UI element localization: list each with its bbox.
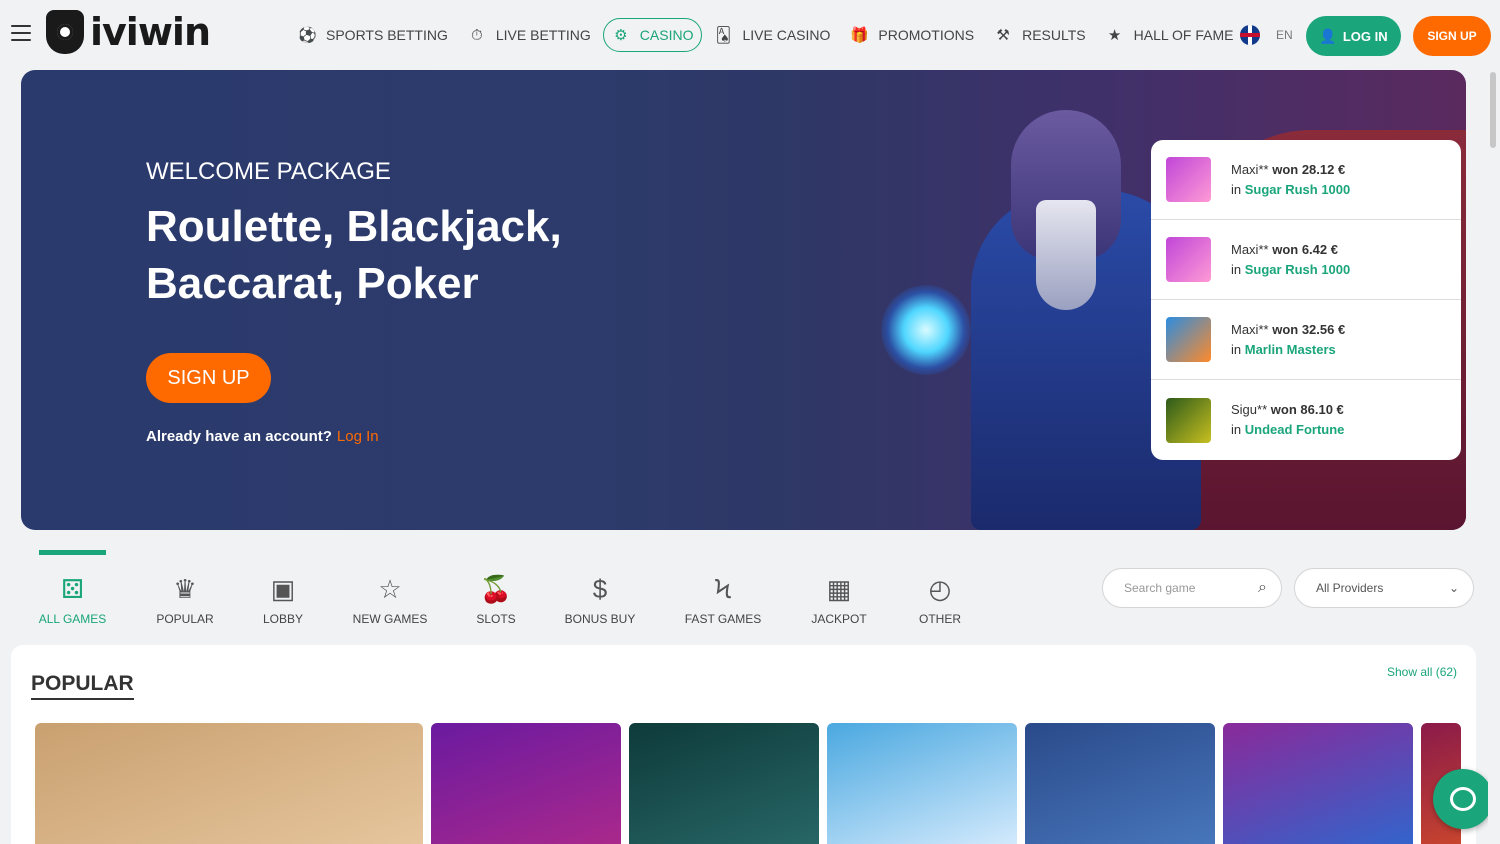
- nav-promotions[interactable]: 🎁 PROMOTIONS: [842, 18, 982, 52]
- language-selector[interactable]: EN: [1240, 25, 1293, 45]
- game-card-zeus-comic[interactable]: [827, 723, 1017, 844]
- signup-button[interactable]: SIGN UP: [1413, 16, 1491, 56]
- hero-title: Roulette, Blackjack, Baccarat, Poker: [146, 202, 562, 308]
- uk-flag-icon: [1240, 25, 1260, 45]
- lightning-icon: ϟ: [714, 574, 732, 604]
- tab-jackpot[interactable]: ▦ JACKPOT: [769, 550, 909, 626]
- search-input[interactable]: [1124, 581, 1259, 595]
- menu-icon[interactable]: [11, 25, 31, 43]
- gift-icon: 🎁: [850, 27, 870, 44]
- account-prompt: Already have an account? Log In: [146, 428, 379, 445]
- star-icon: ☆: [378, 574, 402, 604]
- casino-chip-icon: ⚙: [614, 27, 628, 44]
- lobby-icon: ▣: [270, 574, 296, 604]
- tab-fast-games[interactable]: ϟ FAST GAMES: [677, 550, 769, 626]
- show-all-link[interactable]: Show all (62): [1387, 665, 1457, 679]
- language-code: EN: [1276, 28, 1293, 42]
- tab-bonus-buy[interactable]: $ BONUS BUY: [523, 550, 677, 626]
- hero-signup-button[interactable]: SIGN UP: [146, 353, 271, 403]
- tab-slots[interactable]: 🍒 SLOTS: [469, 550, 523, 626]
- shield-ball-icon: [46, 10, 84, 54]
- hero-login-link[interactable]: Log In: [337, 428, 379, 445]
- popular-section: POPULAR Show all (62): [11, 645, 1476, 844]
- winner-row[interactable]: Maxi** won 6.42 € in Sugar Rush 1000: [1151, 220, 1461, 300]
- page-scrollbar[interactable]: [1488, 70, 1498, 844]
- game-card-wolf[interactable]: [1025, 723, 1215, 844]
- stopwatch-icon: ⏱: [471, 26, 483, 44]
- game-card-seven-boost[interactable]: [431, 723, 621, 844]
- game-card-wolf-woman[interactable]: [1223, 723, 1413, 844]
- winner-row[interactable]: Sigu** won 86.10 € in Undead Fortune: [1151, 380, 1461, 460]
- soccer-ball-icon: ⚽: [298, 27, 317, 44]
- game-card-zeus[interactable]: [35, 723, 423, 844]
- providers-selected: All Providers: [1316, 581, 1384, 595]
- winner-game-link[interactable]: Undead Fortune: [1245, 422, 1345, 437]
- game-thumbnail: [1166, 157, 1211, 202]
- chat-icon: [1450, 787, 1476, 811]
- crown-icon: ♛: [173, 574, 197, 604]
- playing-cards-icon: 🂡: [715, 27, 732, 44]
- section-title: POPULAR: [31, 672, 134, 700]
- main-nav: ⚽ SPORTS BETTING ⏱ LIVE BETTING ⚙ CASINO 🂡 L…: [290, 18, 1245, 52]
- search-game-field[interactable]: ⌕: [1102, 568, 1282, 608]
- nav-sports-betting[interactable]: ⚽ SPORTS BETTING: [290, 18, 456, 52]
- nav-live-betting[interactable]: ⏱ LIVE BETTING: [460, 18, 599, 52]
- nav-hall-of-fame[interactable]: ★ HALL OF FAME: [1098, 18, 1242, 52]
- winner-row[interactable]: Maxi** won 32.56 € in Marlin Masters: [1151, 300, 1461, 380]
- winner-game-link[interactable]: Marlin Masters: [1245, 342, 1336, 357]
- magic-orb: [881, 285, 971, 375]
- results-icon: ⚒: [996, 27, 1010, 44]
- tab-other[interactable]: ◴ OTHER: [909, 550, 971, 626]
- logo[interactable]: iviwin: [46, 10, 211, 54]
- providers-dropdown[interactable]: All Providers ⌄: [1294, 568, 1474, 608]
- hero-subtitle: WELCOME PACKAGE: [146, 158, 391, 185]
- winner-game-link[interactable]: Sugar Rush 1000: [1245, 262, 1351, 277]
- game-card-clown[interactable]: [629, 723, 819, 844]
- tab-lobby[interactable]: ▣ LOBBY: [255, 550, 311, 626]
- podium-icon: ★: [1107, 27, 1122, 44]
- search-icon[interactable]: ⌕: [1258, 579, 1267, 597]
- nav-live-casino[interactable]: 🂡 LIVE CASINO: [706, 18, 838, 52]
- game-thumbnail: [1166, 397, 1211, 443]
- stopwatch-icon: ◴: [928, 574, 952, 604]
- game-thumbnail: [1166, 317, 1211, 362]
- tab-new-games[interactable]: ☆ NEW GAMES: [311, 550, 469, 626]
- category-tabs: ⚄ ALL GAMES ♛ POPULAR ▣ LOBBY ☆ NEW GAMES 🍒 S…: [30, 550, 971, 630]
- winner-row[interactable]: Maxi** won 28.12 € in Sugar Rush 1000: [1151, 140, 1461, 220]
- chevron-down-icon: ⌄: [1448, 581, 1459, 595]
- nav-results[interactable]: ⚒ RESULTS: [986, 18, 1094, 52]
- money-bag-icon: $: [592, 574, 608, 604]
- logo-text: iviwin: [90, 10, 211, 54]
- user-icon: 👤: [1319, 27, 1337, 44]
- game-thumbnail: [1166, 237, 1211, 282]
- login-button[interactable]: 👤 LOG IN: [1306, 16, 1401, 56]
- tab-popular[interactable]: ♛ POPULAR: [115, 550, 255, 626]
- tab-all-games[interactable]: ⚄ ALL GAMES: [30, 550, 115, 626]
- slot-machine-icon: ▦: [826, 574, 852, 604]
- top-header: iviwin ⚽ SPORTS BETTING ⏱ LIVE BETTING ⚙ CA…: [0, 0, 1500, 70]
- live-chat-button[interactable]: [1433, 769, 1493, 829]
- winner-game-link[interactable]: Sugar Rush 1000: [1245, 182, 1351, 197]
- dice-icon: ⚄: [61, 574, 84, 604]
- scrollbar-thumb[interactable]: [1490, 72, 1496, 148]
- recent-winners-panel: Maxi** won 28.12 € in Sugar Rush 1000 Max…: [1151, 140, 1461, 460]
- nav-casino[interactable]: ⚙ CASINO: [602, 18, 703, 52]
- cherries-icon: 🍒: [479, 574, 513, 604]
